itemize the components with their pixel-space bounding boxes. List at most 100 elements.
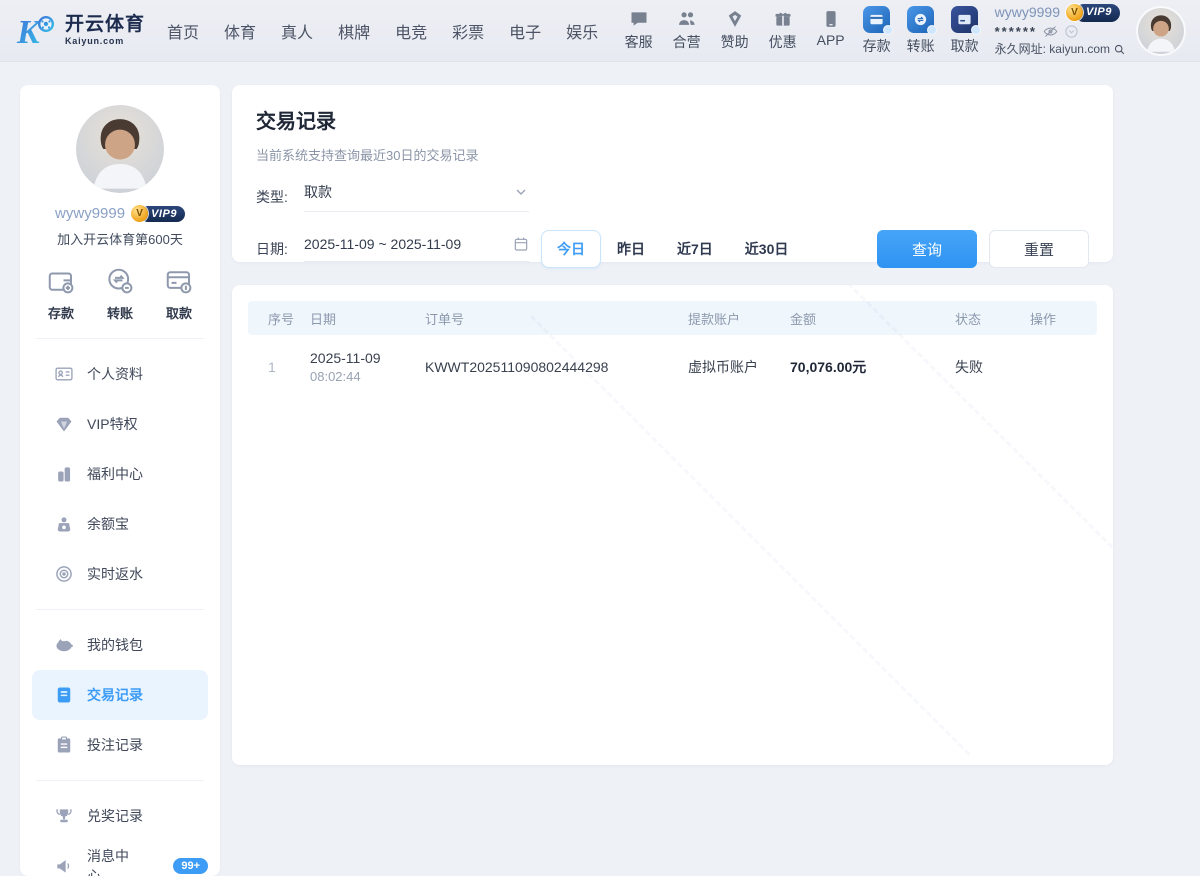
- nav-item-esports[interactable]: 电竞: [395, 19, 427, 43]
- chat-icon: [629, 9, 649, 29]
- transfer-button[interactable]: 转账: [907, 6, 935, 56]
- type-label: 类型:: [256, 187, 304, 207]
- magnifier-icon[interactable]: [1113, 43, 1126, 56]
- transfer-outline-icon: [105, 266, 135, 296]
- main-column: 交易记录 当前系统支持查询最近30日的交易记录 类型: 取款 日期: 2025-…: [232, 85, 1113, 876]
- sidebar-menu-group-2: 我的钱包 交易记录 投注记录: [20, 610, 220, 780]
- people-icon: [677, 9, 697, 29]
- gem-icon: [54, 414, 74, 434]
- vip-badge: V VIP9: [1066, 4, 1120, 22]
- date-range-value: 2025-11-09 ~ 2025-11-09: [304, 236, 461, 252]
- col-date: 日期: [310, 309, 425, 328]
- deposit-icon: [863, 6, 890, 33]
- chevron-down-icon: [513, 184, 529, 200]
- gift-icon: [773, 9, 793, 29]
- sidebar-menu-group-1: 个人资料 VIP特权 福利中心 余额宝 实时返水: [20, 339, 220, 609]
- sidebar-username: wywy9999: [55, 205, 125, 222]
- brand-domain: Kaiyun.com: [65, 37, 145, 46]
- sidebar: wywy9999 V VIP9 加入开云体育第600天 存款 转账 取款: [20, 85, 220, 876]
- cell-amount: 70,076.00元: [790, 357, 955, 377]
- sidebar-item-betting-records[interactable]: 投注记录: [32, 720, 208, 770]
- message-count-badge: 99+: [173, 858, 208, 874]
- filter-card: 交易记录 当前系统支持查询最近30日的交易记录 类型: 取款 日期: 2025-…: [232, 85, 1113, 262]
- id-card-icon: [54, 364, 74, 384]
- phone-icon: [821, 9, 841, 29]
- sidebar-item-yuebao[interactable]: 余额宝: [32, 499, 208, 549]
- col-status: 状态: [955, 309, 1030, 328]
- sidebar-item-redeem-records[interactable]: 兑奖记录: [32, 791, 208, 841]
- col-action: 操作: [1030, 309, 1097, 328]
- kaiyun-logo-icon: K: [16, 11, 58, 51]
- user-avatar[interactable]: [1138, 8, 1184, 54]
- piggy-bank-icon: [54, 635, 74, 655]
- rebate-circle-icon: [54, 564, 74, 584]
- join-days-text: 加入开云体育第600天: [20, 229, 220, 248]
- type-select[interactable]: 取款: [304, 182, 529, 212]
- sidebar-item-profile[interactable]: 个人资料: [32, 349, 208, 399]
- masked-balance: ******: [995, 24, 1037, 40]
- cell-date: 2025-11-09 08:02:44: [310, 350, 425, 384]
- withdraw-button[interactable]: 取款: [951, 6, 979, 56]
- transfer-icon: [907, 6, 934, 33]
- clipboard-icon: [54, 735, 74, 755]
- topbar: K 开云体育 Kaiyun.com 首页 体育 真人 棋牌 电竞 彩票 电子 娱…: [0, 0, 1200, 62]
- username[interactable]: wywy9999: [995, 4, 1060, 22]
- sidebar-avatar: [76, 105, 164, 193]
- user-info: wywy9999 V VIP9 ****** 永久网址: kaiyun.com: [995, 4, 1126, 57]
- customer-service-button[interactable]: 客服: [625, 9, 653, 52]
- sidebar-menu-group-3: 兑奖记录 消息中心 99+: [20, 781, 220, 876]
- col-amount: 金额: [790, 309, 955, 328]
- range-30days[interactable]: 近30日: [729, 230, 805, 268]
- sidebar-item-rebate[interactable]: 实时返水: [32, 549, 208, 599]
- date-label: 日期:: [256, 239, 304, 259]
- sidebar-item-welfare[interactable]: 福利中心: [32, 449, 208, 499]
- nav-item-sports[interactable]: 体育: [224, 19, 256, 43]
- reset-button[interactable]: 重置: [989, 230, 1089, 268]
- nav-item-chess[interactable]: 棋牌: [338, 19, 370, 43]
- sidebar-item-vip[interactable]: VIP特权: [32, 399, 208, 449]
- wallet-tools: 存款 转账 取款: [863, 6, 979, 56]
- cell-seq: 1: [268, 359, 310, 375]
- table-row: 1 2025-11-09 08:02:44 KWWT20251109080244…: [248, 335, 1097, 399]
- welfare-gift-icon: [54, 464, 74, 484]
- range-today[interactable]: 今日: [541, 230, 601, 268]
- sidebar-item-wallet[interactable]: 我的钱包: [32, 620, 208, 670]
- page-title: 交易记录: [256, 105, 1089, 134]
- transaction-record-icon: [54, 685, 74, 705]
- range-7days[interactable]: 近7日: [661, 230, 729, 268]
- wallet-outline-icon: [46, 266, 76, 296]
- sponsor-button[interactable]: 赞助: [721, 9, 749, 52]
- query-button[interactable]: 查询: [877, 230, 977, 268]
- nav-item-home[interactable]: 首页: [167, 19, 199, 43]
- nav-item-slots[interactable]: 电子: [509, 19, 541, 43]
- cell-account: 虚拟币账户: [688, 357, 790, 377]
- megaphone-icon: [54, 856, 74, 876]
- card-outline-icon: [164, 266, 194, 296]
- sidebar-item-transactions[interactable]: 交易记录: [32, 670, 208, 720]
- sidebar-transfer-button[interactable]: 转账: [105, 266, 135, 322]
- nav-item-entertainment[interactable]: 娱乐: [566, 19, 598, 43]
- range-yesterday[interactable]: 昨日: [601, 230, 661, 268]
- type-filter-row: 类型: 取款: [256, 182, 1089, 212]
- vip-crest-icon: V: [131, 205, 148, 222]
- sidebar-item-message-center[interactable]: 消息中心 99+: [32, 841, 208, 876]
- money-pot-icon: [54, 514, 74, 534]
- svg-text:K: K: [16, 14, 42, 51]
- sidebar-vip-badge: V VIP9: [131, 205, 185, 222]
- chevron-down-circle-icon[interactable]: [1064, 24, 1079, 39]
- trophy-icon: [54, 806, 74, 826]
- date-range-input[interactable]: 2025-11-09 ~ 2025-11-09: [304, 236, 529, 262]
- sidebar-deposit-button[interactable]: 存款: [46, 266, 76, 322]
- eye-off-icon[interactable]: [1043, 24, 1058, 39]
- calendar-icon: [513, 236, 529, 252]
- affiliate-button[interactable]: 合营: [673, 9, 701, 52]
- app-download-button[interactable]: APP: [817, 9, 845, 52]
- permanent-url: 永久网址: kaiyun.com: [995, 42, 1110, 57]
- nav-item-live[interactable]: 真人: [281, 19, 313, 43]
- deposit-button[interactable]: 存款: [863, 6, 891, 56]
- topbar-tools: 客服 合营 赞助 优惠 APP: [625, 9, 845, 52]
- sidebar-withdraw-button[interactable]: 取款: [164, 266, 194, 322]
- nav-item-lottery[interactable]: 彩票: [452, 19, 484, 43]
- promotions-button[interactable]: 优惠: [769, 9, 797, 52]
- brand-logo[interactable]: K 开云体育 Kaiyun.com: [16, 11, 145, 51]
